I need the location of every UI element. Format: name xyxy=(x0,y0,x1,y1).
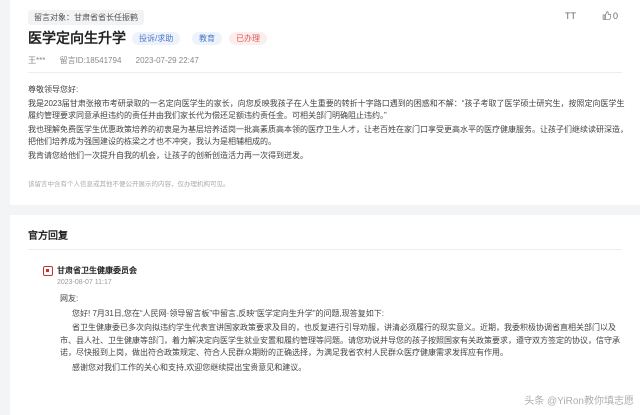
message-card: 留言对象：甘肃省省长任振鹤 TT 0 医学定向生升学 投诉/求助 教育 已办理 … xyxy=(10,0,640,205)
like-button[interactable]: 0 xyxy=(602,11,618,21)
message-title: 医学定向生升学 xyxy=(28,30,126,46)
message-meta: 王*** 留言ID:18541794 2023-07-29 22:47 xyxy=(28,55,211,66)
reply-card: 官方回复 甘肃省卫生健康委员会 2023-08-07 11:17 网友: 您好!… xyxy=(10,215,640,415)
message-content: 尊敬领导您好: 我是2023届甘肃张掖市考研录取的一名定向医学生的家长，向您反映… xyxy=(28,84,628,162)
message-paragraph: 我肯请您给他们一次提升自我的机会，让孩子的创新创造活力再一次得到迸发。 xyxy=(28,151,308,160)
reply-date: 2023-08-07 11:17 xyxy=(57,279,112,286)
like-count: 0 xyxy=(613,11,619,21)
reply-greeting: 网友: xyxy=(60,294,79,303)
message-id: 留言ID:18541794 xyxy=(59,56,122,65)
divider xyxy=(28,249,622,250)
message-time: 2023-07-29 22:47 xyxy=(135,56,199,65)
message-paragraph: 我是2023届甘肃张掖市考研录取的一名定向医学生的家长，向您反映我孩子在人生重要… xyxy=(28,99,625,120)
status-badge: 已办理 xyxy=(229,32,267,45)
font-size-icon[interactable]: TT xyxy=(565,11,576,21)
reply-body: 网友: 您好! 7月31日,您在“人民网·领导留言板”中留言,反映“医学定向生升… xyxy=(60,293,628,376)
org-logo-icon xyxy=(43,266,53,276)
reply-paragraph: 感谢您对我们工作的关心和支持,欢迎您继续提出宝贵意见和建议。 xyxy=(72,362,307,372)
type-tag: 投诉/求助 xyxy=(132,32,181,45)
org-name[interactable]: 甘肃省卫生健康委员会 xyxy=(57,265,137,276)
author: 王*** xyxy=(28,56,46,65)
privacy-note: 该留言中含有个人信息或其他不便公开展示的内容，仅办理机构可见。 xyxy=(28,181,230,188)
message-paragraph: 尊敬领导您好: xyxy=(28,85,79,94)
watermark: 头条 @YiRon教你填志愿 xyxy=(524,396,634,407)
reply-paragraph: 您好! 7月31日,您在“人民网·领导留言板”中留言,反映“医学定向生升学”的问… xyxy=(72,308,385,318)
reply-paragraph: 省卫生健康委已多次向拟违约学生代表宣讲国家政策要求及目的，也反复进行引导劝服，讲… xyxy=(60,323,620,357)
recipient-tag[interactable]: 留言对象：甘肃省省长任振鹤 xyxy=(28,10,144,25)
message-paragraph: 我也理解免费医学生优惠政策培养的初衷是为基层培养适岗一批高素质高本领的医疗卫生人… xyxy=(28,125,628,146)
thumb-up-icon xyxy=(602,11,612,20)
reply-section-title: 官方回复 xyxy=(28,231,68,242)
divider xyxy=(28,72,622,73)
domain-tag: 教育 xyxy=(192,32,222,45)
